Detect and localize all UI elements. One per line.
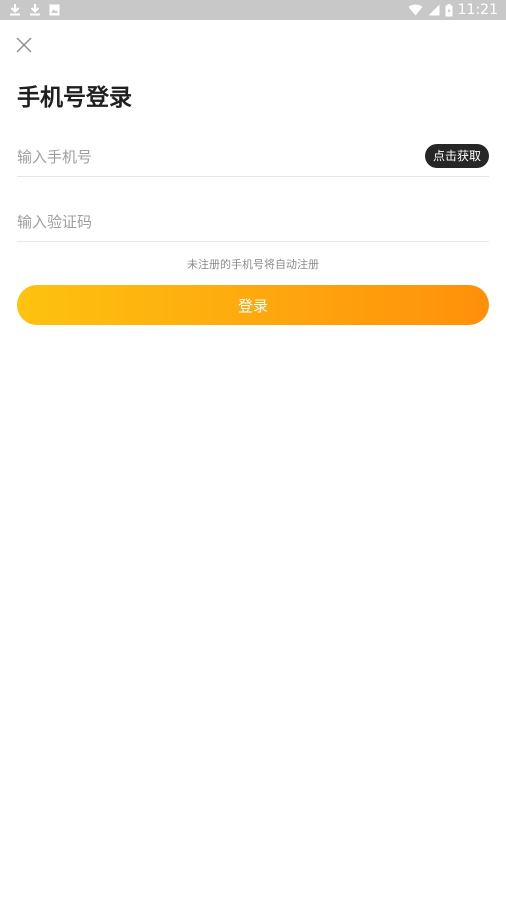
close-button[interactable] [14,35,34,55]
download-icon [9,3,21,16]
close-icon[interactable] [14,37,34,59]
wifi-icon [408,4,423,16]
login-button[interactable]: 登录 [17,285,489,325]
status-bar-notifications [9,3,60,16]
status-time: 11:21 [457,2,498,18]
phone-input[interactable] [17,140,397,174]
status-bar: 11:21 [0,0,506,20]
code-field [17,205,489,242]
auto-register-hint: 未注册的手机号将自动注册 [187,258,319,271]
signal-icon [428,4,440,16]
phone-field: 点击获取 [17,140,489,177]
battery-icon [445,3,453,17]
download-icon [29,3,41,16]
image-icon [49,4,60,16]
status-bar-system: 11:21 [408,1,498,19]
get-code-button[interactable]: 点击获取 [424,144,489,168]
page-title: 手机号登录 [17,85,132,111]
verification-code-input[interactable] [17,205,397,239]
